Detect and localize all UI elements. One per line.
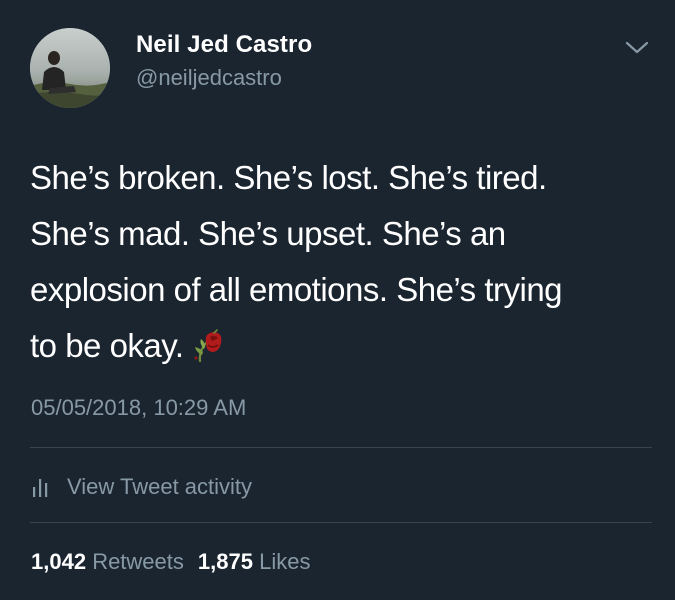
- bar-chart-icon: [31, 476, 51, 498]
- avatar-photo: [30, 28, 110, 108]
- tweet-text-content: She’s broken. She’s lost. She’s tired. S…: [30, 159, 563, 364]
- likes-count: 1,875: [197, 549, 253, 574]
- chevron-down-icon[interactable]: [624, 37, 650, 57]
- likes-stat[interactable]: 1,875 Likes: [198, 549, 311, 575]
- retweets-count: 1,042: [31, 549, 87, 574]
- display-name[interactable]: Neil Jed Castro: [136, 31, 312, 59]
- timestamp[interactable]: 05/05/2018, 10:29 AM: [31, 395, 246, 421]
- tweet-stats: 1,042 Retweets 1,875 Likes: [31, 549, 310, 575]
- view-tweet-activity-label: View Tweet activity: [67, 474, 253, 499]
- avatar[interactable]: [30, 28, 110, 108]
- retweets-label: Retweets: [92, 549, 184, 574]
- tweet-text: She’s broken. She’s lost. She’s tired. S…: [30, 150, 645, 374]
- retweets-stat[interactable]: 1,042 Retweets: [31, 549, 184, 575]
- likes-label: Likes: [259, 549, 311, 574]
- wilted-flower-icon: [190, 325, 230, 365]
- tweet-card: Neil Jed Castro @neiljedcastro She’s bro…: [0, 0, 675, 600]
- view-tweet-activity-link[interactable]: View Tweet activity: [31, 472, 252, 502]
- divider: [30, 522, 652, 523]
- username[interactable]: @neiljedcastro: [136, 65, 282, 91]
- divider: [30, 447, 652, 448]
